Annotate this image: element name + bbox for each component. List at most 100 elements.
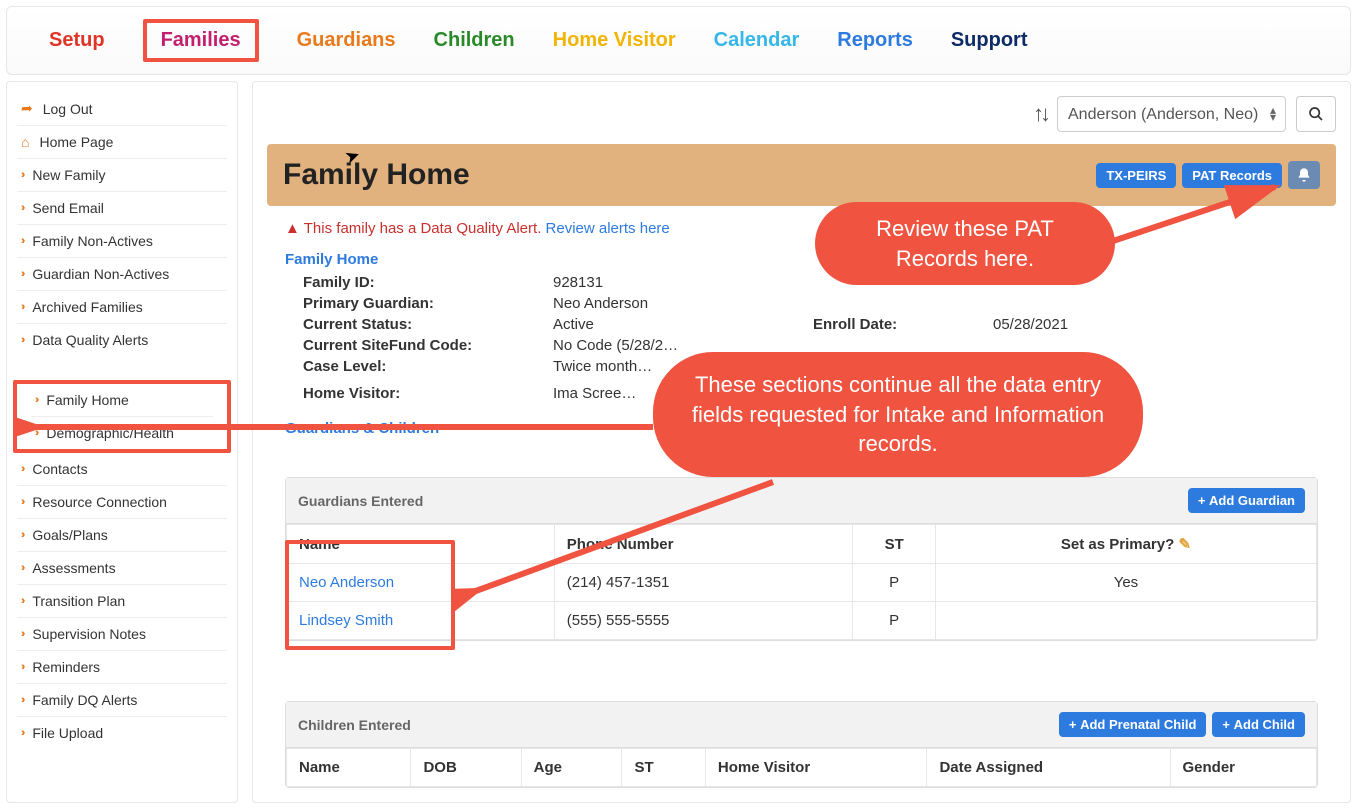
sidebar-item-reminders[interactable]: ››Reminders xyxy=(17,651,227,684)
tab-reports[interactable]: Reports xyxy=(837,29,913,52)
chevron-icon: ›› xyxy=(21,202,22,214)
sidebar-item-label: Home Page xyxy=(39,134,113,150)
sidebar-item-label: Send Email xyxy=(32,200,104,216)
col-name: Name xyxy=(287,525,555,564)
tab-home-visitor[interactable]: Home Visitor xyxy=(553,29,676,52)
sitefund-label: Current SiteFund Code: xyxy=(303,337,553,354)
family-info-grid: Family ID: 928131 Primary Guardian: Neo … xyxy=(303,274,1318,402)
case-level-label: Case Level: xyxy=(303,358,553,375)
sidebar-item-assessments[interactable]: ›› Assessments xyxy=(17,552,227,585)
sidebar-item-label: Transition Plan xyxy=(32,593,125,609)
sidebar-item-send-email[interactable]: ›› Send Email xyxy=(17,192,227,225)
family-selector[interactable]: Anderson (Anderson, Neo) xyxy=(1057,96,1286,132)
search-button[interactable] xyxy=(1296,96,1336,132)
col-phone: Phone Number xyxy=(554,525,853,564)
children-table: Name DOB Age ST Home Visitor Date Assign… xyxy=(286,748,1317,787)
home-visitor-label: Home Visitor: xyxy=(303,379,553,402)
top-nav: Setup Families Guardians Children Home V… xyxy=(6,6,1351,75)
sidebar-item-family-home[interactable]: ››Family Home xyxy=(31,384,213,417)
sidebar-item-demographic-health[interactable]: ›› Demographic/Health xyxy=(31,417,213,449)
sidebar-item-family-non-actives[interactable]: ›› Family Non-Actives xyxy=(17,225,227,258)
chevron-icon: ›› xyxy=(21,268,22,280)
primary-guardian-label: Primary Guardian: xyxy=(303,295,553,312)
primary-guardian-value: Neo Anderson xyxy=(553,295,813,312)
chevron-icon: ›› xyxy=(21,595,22,607)
sidebar-item-label: Demographic/Health xyxy=(46,425,174,441)
family-home-section-link[interactable]: Family Home xyxy=(285,251,1318,268)
sort-toggle-icon[interactable]: ↑↓ xyxy=(1033,101,1047,127)
current-status-label: Current Status: xyxy=(303,316,553,333)
sidebar-item-new-family[interactable]: ››New Family xyxy=(17,159,227,192)
sidebar-item-archived-families[interactable]: ››Archived Families xyxy=(17,291,227,324)
col-hv: Home Visitor xyxy=(705,749,927,787)
add-prenatal-child-button[interactable]: + Add Prenatal Child xyxy=(1059,712,1207,737)
sidebar-item-label: Log Out xyxy=(43,101,93,117)
logout-icon: ➦ xyxy=(21,100,33,117)
sidebar-item-guardian-non-actives[interactable]: ››Guardian Non-Actives xyxy=(17,258,227,291)
sidebar-item-label: New Family xyxy=(32,167,105,183)
sidebar-item-label: File Upload xyxy=(32,725,103,741)
add-child-button[interactable]: + Add Child xyxy=(1212,712,1305,737)
edit-primary-icon[interactable]: ✎ xyxy=(1178,536,1191,553)
guardian-link[interactable]: Lindsey Smith xyxy=(299,612,393,629)
guardian-link[interactable]: Neo Anderson xyxy=(299,574,394,591)
chevron-icon: ›› xyxy=(21,562,22,574)
tab-calendar[interactable]: Calendar xyxy=(714,29,800,52)
sidebar-item-goals-plans[interactable]: ››Goals/Plans xyxy=(17,519,227,552)
guardian-phone: (214) 457-1351 xyxy=(554,564,853,602)
sidebar-item-label: Contacts xyxy=(32,461,87,477)
sidebar-item-home[interactable]: ⌂ Home Page xyxy=(17,126,227,159)
sidebar-item-contacts[interactable]: ›› Contacts xyxy=(17,453,227,486)
guardian-primary xyxy=(935,602,1316,640)
family-id-value: 928131 xyxy=(553,274,813,291)
tab-support[interactable]: Support xyxy=(951,29,1028,52)
sidebar-item-transition-plan[interactable]: ›› Transition Plan xyxy=(17,585,227,618)
notifications-button[interactable] xyxy=(1288,161,1320,189)
chevron-icon: ›› xyxy=(35,427,36,439)
guardians-table: Name Phone Number ST Set as Primary? ✎ N… xyxy=(286,524,1317,640)
children-panel: Children Entered + Add Prenatal Child + … xyxy=(285,701,1318,788)
tab-setup[interactable]: Setup xyxy=(49,29,105,52)
tab-children[interactable]: Children xyxy=(434,29,515,52)
tab-guardians[interactable]: Guardians xyxy=(297,29,396,52)
sidebar-item-file-upload[interactable]: ›› File Upload xyxy=(17,717,227,749)
sidebar-item-label: Family Home xyxy=(46,392,128,408)
page-title: Family Home xyxy=(283,158,470,192)
data-quality-alert: ▲ This family has a Data Quality Alert. … xyxy=(285,220,1318,237)
col-name: Name xyxy=(287,749,411,787)
pat-records-button[interactable]: PAT Records xyxy=(1182,163,1282,188)
chevron-icon: ›› xyxy=(21,496,22,508)
family-id-label: Family ID: xyxy=(303,274,553,291)
tx-peirs-button[interactable]: TX-PEIRS xyxy=(1096,163,1176,188)
sidebar-item-supervision-notes[interactable]: ››Supervision Notes xyxy=(17,618,227,651)
guardian-primary: Yes xyxy=(935,564,1316,602)
sidebar-item-resource-connection[interactable]: ››Resource Connection xyxy=(17,486,227,519)
chevron-icon: ›› xyxy=(21,235,22,247)
review-alerts-link[interactable]: Review alerts here xyxy=(546,220,670,237)
col-primary: Set as Primary? ✎ xyxy=(935,525,1316,564)
guardian-phone: (555) 555-5555 xyxy=(554,602,853,640)
col-assigned: Date Assigned xyxy=(927,749,1170,787)
chevron-icon: ›› xyxy=(21,727,22,739)
children-panel-title: Children Entered xyxy=(298,717,411,733)
sitefund-value: No Code (5/28/2… xyxy=(553,337,813,354)
add-guardian-button[interactable]: + Add Guardian xyxy=(1188,488,1305,513)
table-row: Neo Anderson (214) 457-1351 P Yes xyxy=(287,564,1317,602)
home-icon: ⌂ xyxy=(21,134,29,150)
case-level-value: Twice month… xyxy=(553,358,813,375)
col-age: Age xyxy=(521,749,622,787)
tab-families[interactable]: Families xyxy=(143,19,259,62)
sidebar-item-label: Archived Families xyxy=(32,299,142,315)
sidebar-item-label: Assessments xyxy=(32,560,115,576)
sidebar-item-dq-alerts[interactable]: ››Data Quality Alerts xyxy=(17,324,227,356)
page-header: Family Home TX-PEIRS PAT Records xyxy=(267,144,1336,206)
chevron-icon: ›› xyxy=(21,463,22,475)
sidebar-item-logout[interactable]: ➦ Log Out xyxy=(17,92,227,126)
sidebar-highlight-box: ››Family Home ›› Demographic/Health xyxy=(13,380,231,453)
sidebar-item-family-dq-alerts[interactable]: ››Family DQ Alerts xyxy=(17,684,227,717)
guardians-children-section-link[interactable]: Guardians & Children xyxy=(285,420,1318,437)
search-icon xyxy=(1308,106,1324,122)
enroll-date-value: 05/28/2021 xyxy=(993,316,1193,333)
sidebar-item-label: Family Non-Actives xyxy=(32,233,153,249)
sidebar-item-label: Family DQ Alerts xyxy=(32,692,137,708)
